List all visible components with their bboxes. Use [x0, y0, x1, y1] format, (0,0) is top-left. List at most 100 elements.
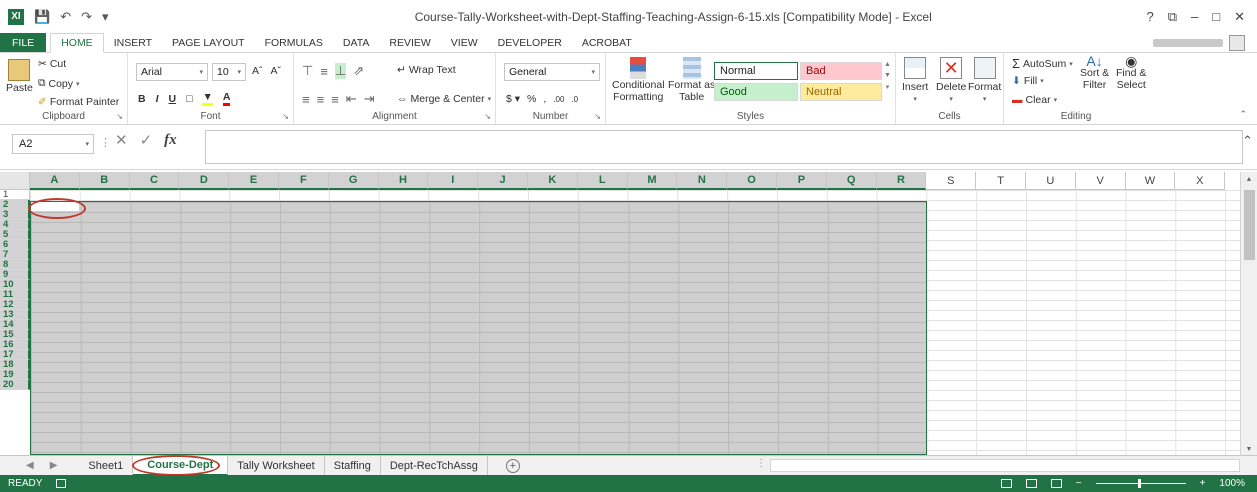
save-icon[interactable]: 💾	[34, 9, 50, 25]
cell-area[interactable]	[30, 190, 1240, 455]
increase-decimal-icon[interactable]: .00	[553, 95, 564, 104]
align-bottom-icon[interactable]: ⊥	[334, 63, 347, 79]
cancel-icon[interactable]: ✕	[115, 131, 128, 149]
tab-formulas[interactable]: FORMULAS	[255, 33, 333, 53]
more-styles-icon[interactable]: ▾	[886, 83, 890, 91]
copy-button[interactable]: ⧉ Copy ▾	[38, 77, 80, 90]
font-name-dropdown[interactable]: Arial ▾	[136, 63, 208, 81]
normal-view-icon[interactable]	[1000, 479, 1012, 488]
tab-review[interactable]: REVIEW	[379, 33, 440, 53]
column-header[interactable]: S	[926, 172, 977, 190]
enter-icon[interactable]: ✓	[140, 131, 153, 149]
scrollbar-thumb[interactable]	[1244, 190, 1255, 260]
zoom-in-icon[interactable]: +	[1200, 478, 1206, 489]
percent-icon[interactable]: %	[527, 93, 536, 105]
align-right-icon[interactable]: ≡	[331, 92, 339, 107]
column-header[interactable]: T	[976, 172, 1026, 190]
scroll-up-icon[interactable]: ▲	[884, 61, 891, 68]
wrap-text-button[interactable]: ↵ Wrap Text	[397, 64, 456, 76]
dialog-launcher-icon[interactable]: ↘	[282, 112, 289, 121]
zoom-level[interactable]: 100%	[1219, 478, 1245, 489]
align-left-icon[interactable]: ≡	[302, 92, 310, 107]
column-header[interactable]: A	[30, 172, 80, 190]
tab-acrobat[interactable]: ACROBAT	[572, 33, 642, 53]
expand-formula-bar-icon[interactable]: ⌃	[1242, 133, 1253, 149]
horizontal-scrollbar[interactable]	[770, 459, 1240, 472]
column-header[interactable]: C	[129, 172, 180, 190]
column-header[interactable]: G	[328, 172, 379, 190]
column-header[interactable]: J	[478, 172, 528, 190]
tab-data[interactable]: DATA	[333, 33, 379, 53]
font-size-dropdown[interactable]: 10 ▾	[212, 63, 246, 81]
account-area[interactable]	[1153, 33, 1257, 53]
scroll-down-arrow-icon[interactable]: ▼	[1241, 446, 1257, 453]
select-all-corner[interactable]	[0, 172, 30, 190]
sheet-tab-tally-worksheet[interactable]: Tally Worksheet	[228, 455, 325, 476]
customize-qat-icon[interactable]: ▾	[102, 9, 109, 25]
sheet-tab-sheet1[interactable]: Sheet1	[79, 455, 134, 476]
tab-page-layout[interactable]: PAGE LAYOUT	[162, 33, 255, 53]
style-good[interactable]: Good	[714, 83, 798, 101]
currency-icon[interactable]: $ ▾	[506, 93, 520, 105]
next-sheet-icon[interactable]: ▶	[50, 460, 58, 471]
column-header[interactable]: I	[428, 172, 479, 190]
name-box[interactable]: A2 ▾	[12, 134, 94, 154]
decrease-decimal-icon[interactable]: .0	[571, 95, 578, 104]
worksheet-grid[interactable]: ABCDEFGHIJKLMNOPQRSTUVWX 1 2 3 4 5 6 7 8 9 10 11 12…	[0, 172, 1257, 455]
column-header[interactable]: K	[528, 172, 578, 190]
grow-font-icon[interactable]: Aˆ	[252, 65, 263, 77]
column-header[interactable]: N	[677, 172, 728, 190]
underline-icon[interactable]: U	[169, 93, 177, 105]
ribbon-display-options-icon[interactable]: ⧉	[1168, 9, 1177, 25]
tab-split-grip[interactable]: ⋮	[756, 458, 766, 469]
collapse-ribbon-icon[interactable]: ⌃	[1239, 109, 1247, 120]
column-header[interactable]: P	[777, 172, 827, 190]
column-header[interactable]: H	[378, 172, 429, 190]
number-format-dropdown[interactable]: General ▾	[504, 63, 600, 81]
autosum-button[interactable]: Σ AutoSum ▾	[1012, 56, 1073, 71]
dialog-launcher-icon[interactable]: ↘	[594, 112, 601, 121]
page-layout-view-icon[interactable]	[1025, 479, 1037, 488]
clear-button[interactable]: ▬ Clear ▾	[1012, 94, 1057, 106]
italic-icon[interactable]: I	[156, 93, 159, 105]
align-middle-icon[interactable]: ≡	[320, 64, 328, 79]
cut-button[interactable]: ✂ Cut	[38, 58, 66, 70]
sheet-tab-course-dept[interactable]: Course-Dept	[133, 455, 229, 476]
zoom-slider-thumb[interactable]	[1137, 479, 1141, 488]
bold-icon[interactable]: B	[138, 93, 146, 105]
column-header[interactable]: X	[1175, 172, 1226, 190]
find-select-button[interactable]: ◉ Find & Select	[1116, 54, 1146, 91]
style-normal[interactable]: Normal	[714, 62, 798, 80]
orientation-icon[interactable]: ⇗	[353, 63, 364, 79]
scroll-down-icon[interactable]: ▼	[884, 72, 891, 79]
add-sheet-icon[interactable]: +	[505, 458, 520, 473]
align-center-icon[interactable]: ≡	[317, 92, 325, 107]
selected-range[interactable]	[30, 201, 927, 455]
fill-color-icon[interactable]: ▼	[202, 91, 213, 106]
fill-button[interactable]: ⬇ Fill ▾	[1012, 75, 1044, 87]
delete-cells-button[interactable]: ✕ Delete ▾	[936, 57, 966, 103]
shrink-font-icon[interactable]: Aˇ	[271, 65, 282, 77]
zoom-out-icon[interactable]: −	[1076, 478, 1082, 489]
conditional-formatting-button[interactable]: Conditional Formatting	[612, 57, 665, 103]
column-header[interactable]: L	[577, 172, 628, 190]
column-header[interactable]: V	[1075, 172, 1126, 190]
sheet-tab-staffing[interactable]: Staffing	[325, 455, 381, 476]
column-header[interactable]: B	[79, 172, 130, 190]
tab-view[interactable]: VIEW	[441, 33, 488, 53]
paste-button[interactable]: Paste	[6, 59, 33, 94]
decrease-indent-icon[interactable]: ⇤	[346, 91, 357, 107]
scroll-up-arrow-icon[interactable]: ▲	[1241, 176, 1257, 183]
borders-icon[interactable]: □	[186, 93, 192, 105]
styles-gallery-scroll[interactable]: ▲ ▼ ▾	[884, 61, 891, 91]
column-header[interactable]: R	[876, 172, 927, 190]
column-header[interactable]: O	[727, 172, 777, 190]
style-neutral[interactable]: Neutral	[800, 83, 882, 101]
style-bad[interactable]: Bad	[800, 62, 882, 80]
merge-center-button[interactable]: ⇔ Merge & Center ▾	[397, 93, 491, 105]
undo-icon[interactable]: ↶	[60, 9, 71, 25]
macro-recording-icon[interactable]	[56, 479, 67, 488]
formula-input[interactable]	[205, 130, 1243, 164]
format-painter-button[interactable]: ✐ Format Painter	[38, 96, 119, 108]
prev-sheet-icon[interactable]: ◀	[26, 460, 34, 471]
